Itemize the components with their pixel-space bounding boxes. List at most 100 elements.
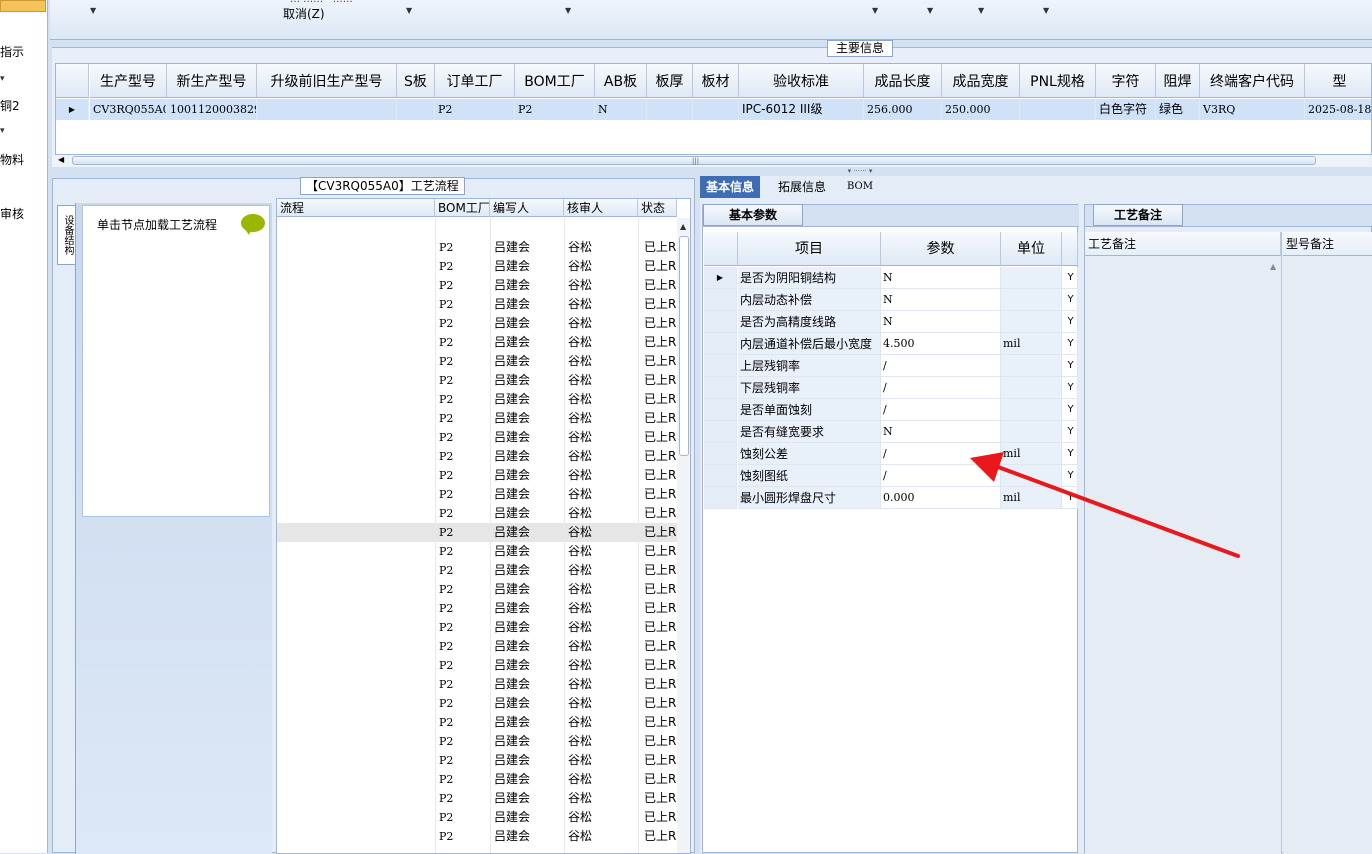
column-header-5[interactable]: BOM工厂 (515, 64, 595, 98)
nav-item-material[interactable]: 物料 (0, 151, 24, 168)
nav-item-copper[interactable]: 铜2 (0, 97, 20, 114)
dropdown-arrow-icon[interactable]: ▼ (565, 6, 571, 15)
column-header-param[interactable]: 参数 (881, 232, 1001, 266)
basic-params-title[interactable]: 基本参数 (703, 204, 803, 226)
param-row[interactable]: 是否为高精度线路 N Y (704, 311, 1078, 333)
column-header-2[interactable]: 升级前旧生产型号 (257, 64, 397, 98)
grid-cell[interactable]: N (595, 99, 647, 120)
tree-group-node[interactable]: −层压P2吕建会谷松已上Ri (277, 656, 677, 675)
tree-step-node[interactable]: 打标P2吕建会谷松已上Ri (277, 409, 677, 428)
param-row[interactable]: 是否有缝宽要求 N Y (704, 421, 1078, 443)
param-value[interactable]: 4.500 (881, 333, 1001, 355)
tab-extended-info[interactable]: 拓展信息 (778, 176, 826, 198)
tree-step-node[interactable]: 内层前处理P2吕建会谷松已上Ri (277, 447, 677, 466)
tree-step-node[interactable]: 酸性蚀刻P2吕建会谷松已上Ri (277, 523, 677, 542)
tree-step-node[interactable]: 排板P2吕建会谷松已上Ri (277, 694, 677, 713)
tab-bom[interactable]: BOM (847, 176, 873, 198)
tab-basic-info[interactable]: 基本信息 (700, 176, 761, 198)
param-value[interactable]: N (881, 289, 1001, 311)
tree-step-node[interactable]: 铣边P2吕建会谷松已上Ri (277, 751, 677, 770)
scroll-left-icon[interactable]: ◀ (58, 155, 64, 164)
tree-column-header-4[interactable]: 状态 (638, 199, 677, 217)
param-value[interactable]: / (881, 443, 1001, 465)
grid-cell[interactable]: 2025-08-18 (1305, 99, 1371, 120)
nav-item-review[interactable]: 审核 (0, 205, 24, 222)
column-header-4[interactable]: 订单工厂 (435, 64, 515, 98)
param-row[interactable]: 下层残铜率 / Y (704, 377, 1078, 399)
tree-group-node[interactable]: −流程指示P2吕建会谷松已上Ri (277, 238, 677, 257)
grid-cell[interactable] (257, 99, 397, 120)
grid-cell[interactable]: P2 (515, 99, 595, 120)
tree-step-node[interactable]: 曝光P2吕建会谷松已上Ri (277, 485, 677, 504)
tree-step-node[interactable]: 流程指示P2吕建会谷松已上Ri (277, 257, 677, 276)
column-header-12[interactable]: PNL规格 (1020, 64, 1096, 98)
dropdown-arrow-icon[interactable]: ▼ (978, 6, 984, 15)
tree-group-node[interactable]: −计划投料P2吕建会谷松已上Ri (277, 276, 677, 295)
tree-step-node[interactable]: 退膜P2吕建会谷松已上Ri (277, 542, 677, 561)
tree-column-header-1[interactable]: BOM工厂 (435, 199, 490, 217)
scroll-up-icon[interactable]: ▲ (1270, 262, 1276, 271)
param-value[interactable]: N (881, 421, 1001, 443)
scroll-up-icon[interactable]: ▲ (680, 222, 686, 231)
column-header-9[interactable]: 验收标准 (739, 64, 864, 98)
param-value[interactable]: / (881, 355, 1001, 377)
tree-vertical-scrollbar[interactable]: ▲ (677, 218, 690, 853)
tree-column-header-0[interactable]: 流程 (277, 199, 435, 217)
nav-item-instruction[interactable]: 指示 (0, 43, 24, 60)
tree-group-node[interactable]: −钻孔P2吕建会谷松已上Ri (277, 827, 677, 846)
param-row[interactable]: 最小圆形焊盘尺寸 0.000 mil Y (704, 487, 1078, 509)
dropdown-arrow-icon[interactable]: ▼ (406, 6, 412, 15)
tree-group-node[interactable]: −AOIP2吕建会谷松已上Ri (277, 561, 677, 580)
nav-selected-item[interactable] (0, 0, 46, 12)
grid-cell[interactable]: P2 (435, 99, 515, 120)
param-row[interactable]: 蚀刻公差 / mil Y (704, 443, 1078, 465)
scrollbar-thumb[interactable] (679, 236, 689, 456)
grid-cell[interactable]: 256.000 (864, 99, 942, 120)
column-header-11[interactable]: 成品宽度 (942, 64, 1020, 98)
remarks-column-model[interactable]: 型号备注 (1283, 232, 1372, 854)
tree-column-header-2[interactable]: 编写人 (490, 199, 564, 217)
column-header-15[interactable]: 终端客户代码 (1200, 64, 1305, 98)
grid-cell[interactable]: IPC-6012 III级 (739, 99, 864, 120)
dropdown-arrow-icon[interactable]: ▼ (90, 6, 96, 15)
grid-cell[interactable] (397, 99, 435, 120)
param-row[interactable]: 蚀刻图纸 / Y (704, 465, 1078, 487)
tree-step-node[interactable]: 贴膜P2吕建会谷松已上Ri (277, 466, 677, 485)
grid-cell[interactable] (647, 99, 693, 120)
grid-cell[interactable]: CV3RQ055A0 (90, 99, 167, 120)
tree-step-node[interactable]: 计划投料P2吕建会谷松已上Ri (277, 295, 677, 314)
param-row[interactable]: 是否单面蚀刻 / Y (704, 399, 1078, 421)
dropdown-arrow-icon[interactable]: ▼ (927, 6, 933, 15)
column-header-10[interactable]: 成品长度 (864, 64, 942, 98)
tree-step-node[interactable]: 裁切P2吕建会谷松已上Ri (277, 352, 677, 371)
grid-cell[interactable] (693, 99, 739, 120)
grid-cell[interactable]: V3RQ (1200, 99, 1305, 120)
column-header-item[interactable]: 项目 (738, 232, 881, 266)
param-value[interactable]: N (881, 311, 1001, 333)
tree-step-node[interactable]: 内层AOIP2吕建会谷松已上Ri (277, 599, 677, 618)
tree-group-node[interactable]: −棕化P2吕建会谷松已上Ri (277, 618, 677, 637)
grid-cell[interactable] (1020, 99, 1096, 120)
tree-step-node[interactable]: 除胶2P2吕建会谷松已上Ri (277, 808, 677, 827)
tree-step-node[interactable]: 圆角P2吕建会谷松已上Ri (277, 390, 677, 409)
dropdown-arrow-icon[interactable]: ▼ (872, 6, 878, 15)
tree-group-node[interactable]: −沉铜2P2吕建会谷松已上Ri (277, 789, 677, 808)
tree-step-node[interactable]: 显影P2吕建会谷松已上Ri (277, 504, 677, 523)
column-header-0[interactable]: 生产型号 (90, 64, 167, 98)
column-header-6[interactable]: AB板 (595, 64, 647, 98)
node-hint-box[interactable]: 单击节点加载工艺流程 (82, 205, 270, 517)
grid-cell[interactable]: 白色字符 (1096, 99, 1156, 120)
tree-step-node[interactable]: 打字唛P2吕建会谷松已上Ri (277, 770, 677, 789)
tree-step-node[interactable]: 冲孔P2吕建会谷松已上Ri (277, 580, 677, 599)
param-value[interactable]: / (881, 465, 1001, 487)
column-header-unit[interactable]: 单位 (1001, 232, 1062, 266)
param-value[interactable]: / (881, 399, 1001, 421)
param-value[interactable]: / (881, 377, 1001, 399)
column-header-7[interactable]: 板厚 (647, 64, 693, 98)
tree-step-node[interactable]: 预排P2吕建会谷松已上Ri (277, 675, 677, 694)
tree-step-node[interactable]: 磨边P2吕建会谷松已上Ri (277, 371, 677, 390)
tree-group-node[interactable]: −开料P2吕建会谷松已上Ri (277, 314, 677, 333)
cancel-button[interactable]: 取消(Z) (283, 5, 325, 22)
tree-column-header-3[interactable]: 核审人 (564, 199, 638, 217)
tree-step-node[interactable]: X-Ray冲孔P2吕建会谷松已上Ri (277, 732, 677, 751)
